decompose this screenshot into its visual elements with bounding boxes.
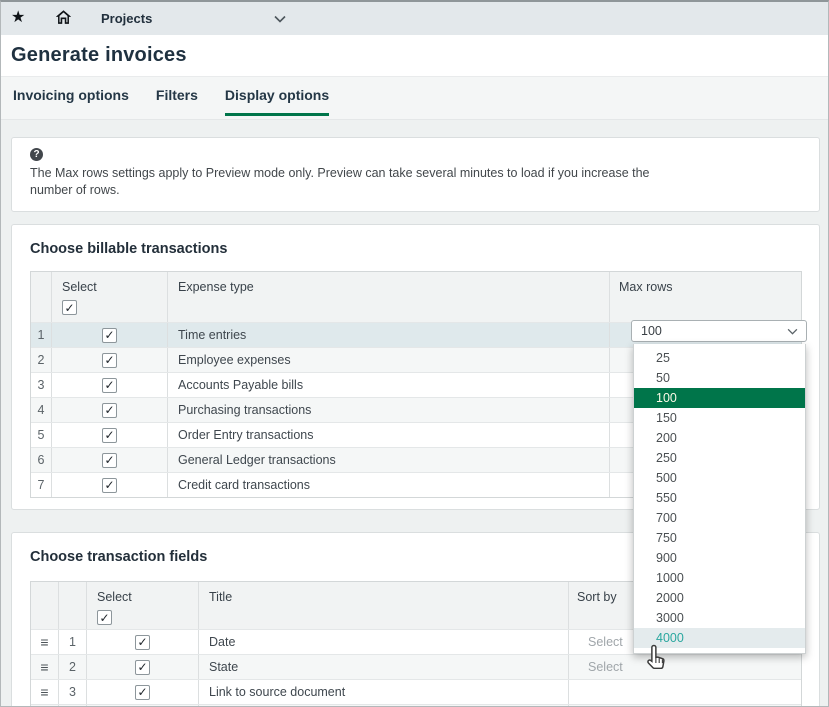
dropdown-option[interactable]: 500 [634, 468, 805, 488]
max-rows-select[interactable]: 100 [631, 320, 807, 342]
select-column-header: Select [97, 590, 132, 604]
row-number: 4 [31, 398, 52, 422]
row-number: 2 [31, 348, 52, 372]
dropdown-option[interactable]: 200 [634, 428, 805, 448]
title-cell: Link to source document [199, 680, 569, 704]
dropdown-option[interactable]: 50 [634, 368, 805, 388]
dropdown-option[interactable]: 1000 [634, 568, 805, 588]
row-number: 6 [31, 448, 52, 472]
max-rows-dropdown-list: 25 50 100 150 200 250 500 550 700 750 90… [633, 344, 806, 654]
fields-section-heading: Choose transaction fields [30, 549, 207, 565]
help-panel: ? The Max rows settings apply to Preview… [11, 137, 820, 212]
row-checkbox[interactable] [102, 378, 117, 393]
dropdown-option[interactable]: 3000 [634, 608, 805, 628]
max-rows-column-header: Max rows [610, 272, 803, 322]
home-icon[interactable] [54, 8, 73, 30]
dropdown-option[interactable]: 900 [634, 548, 805, 568]
row-checkbox[interactable] [102, 328, 117, 343]
max-rows-select-value: 100 [641, 324, 662, 338]
drag-handle-icon[interactable]: ≡ [40, 685, 48, 699]
drag-handle-icon[interactable]: ≡ [40, 660, 48, 674]
projects-menu-label: Projects [101, 11, 152, 26]
row-checkbox[interactable] [102, 403, 117, 418]
select-all-checkbox[interactable] [62, 300, 77, 315]
help-message: The Max rows settings apply to Preview m… [30, 165, 670, 199]
select-all-checkbox[interactable] [97, 610, 112, 625]
tab-bar: Invoicing options Filters Display option… [1, 77, 828, 120]
sort-by-select-link[interactable]: Select [588, 660, 623, 674]
sort-by-select-link[interactable]: Select [588, 635, 623, 649]
drag-column-header [31, 582, 59, 629]
dropdown-option-hovered[interactable]: 4000 [634, 628, 805, 648]
expense-type-cell: Credit card transactions [168, 473, 610, 497]
title-cell: Date [199, 630, 569, 654]
tab-invoicing-options[interactable]: Invoicing options [13, 77, 129, 116]
dropdown-option[interactable]: 550 [634, 488, 805, 508]
table-row[interactable]: ≡ 2 State Select [31, 654, 801, 679]
row-number: 7 [31, 473, 52, 497]
expense-type-column-header: Expense type [168, 272, 610, 322]
row-checkbox[interactable] [135, 635, 150, 650]
row-number: 2 [59, 655, 87, 679]
row-checkbox[interactable] [102, 453, 117, 468]
dropdown-option-selected[interactable]: 100 [634, 388, 805, 408]
top-navigation-bar: ★ Projects [1, 2, 828, 35]
app-window: ★ Projects Generate invoices Invoicing o… [0, 0, 829, 707]
projects-menu[interactable]: Projects [101, 2, 286, 35]
select-column-header: Select [62, 280, 97, 294]
billable-section-heading: Choose billable transactions [30, 241, 227, 257]
title-cell: State [199, 655, 569, 679]
drag-handle-icon[interactable]: ≡ [40, 635, 48, 649]
tab-filters[interactable]: Filters [156, 77, 198, 116]
dropdown-option[interactable]: 700 [634, 508, 805, 528]
title-column-header: Title [199, 582, 569, 629]
page-title: Generate invoices [11, 44, 187, 67]
favorite-star-icon[interactable]: ★ [11, 10, 25, 26]
chevron-down-icon [274, 10, 286, 28]
expense-type-cell: General Ledger transactions [168, 448, 610, 472]
dropdown-option[interactable]: 250 [634, 448, 805, 468]
chevron-down-icon [787, 322, 798, 340]
expense-type-cell: Employee expenses [168, 348, 610, 372]
row-checkbox[interactable] [102, 428, 117, 443]
row-checkbox[interactable] [102, 353, 117, 368]
row-checkbox[interactable] [135, 685, 150, 700]
dropdown-option[interactable]: 750 [634, 528, 805, 548]
row-number: 1 [59, 630, 87, 654]
table-row[interactable]: ≡ 3 Link to source document [31, 679, 801, 704]
row-number-header [59, 582, 87, 629]
expense-type-cell: Accounts Payable bills [168, 373, 610, 397]
expense-type-cell: Time entries [168, 323, 610, 347]
help-icon[interactable]: ? [30, 148, 43, 161]
row-number-header [31, 272, 52, 322]
expense-type-cell: Order Entry transactions [168, 423, 610, 447]
row-number: 3 [31, 373, 52, 397]
row-checkbox[interactable] [135, 660, 150, 675]
tab-display-options[interactable]: Display options [225, 77, 329, 116]
row-number: 1 [31, 323, 52, 347]
row-number: 5 [31, 423, 52, 447]
dropdown-option[interactable]: 2000 [634, 588, 805, 608]
table-header-row: Select Expense type Max rows [31, 272, 801, 322]
expense-type-cell: Purchasing transactions [168, 398, 610, 422]
row-number: 3 [59, 680, 87, 704]
dropdown-option[interactable]: 150 [634, 408, 805, 428]
page-header: Generate invoices [1, 35, 828, 77]
dropdown-option[interactable]: 25 [634, 348, 805, 368]
row-checkbox[interactable] [102, 478, 117, 493]
